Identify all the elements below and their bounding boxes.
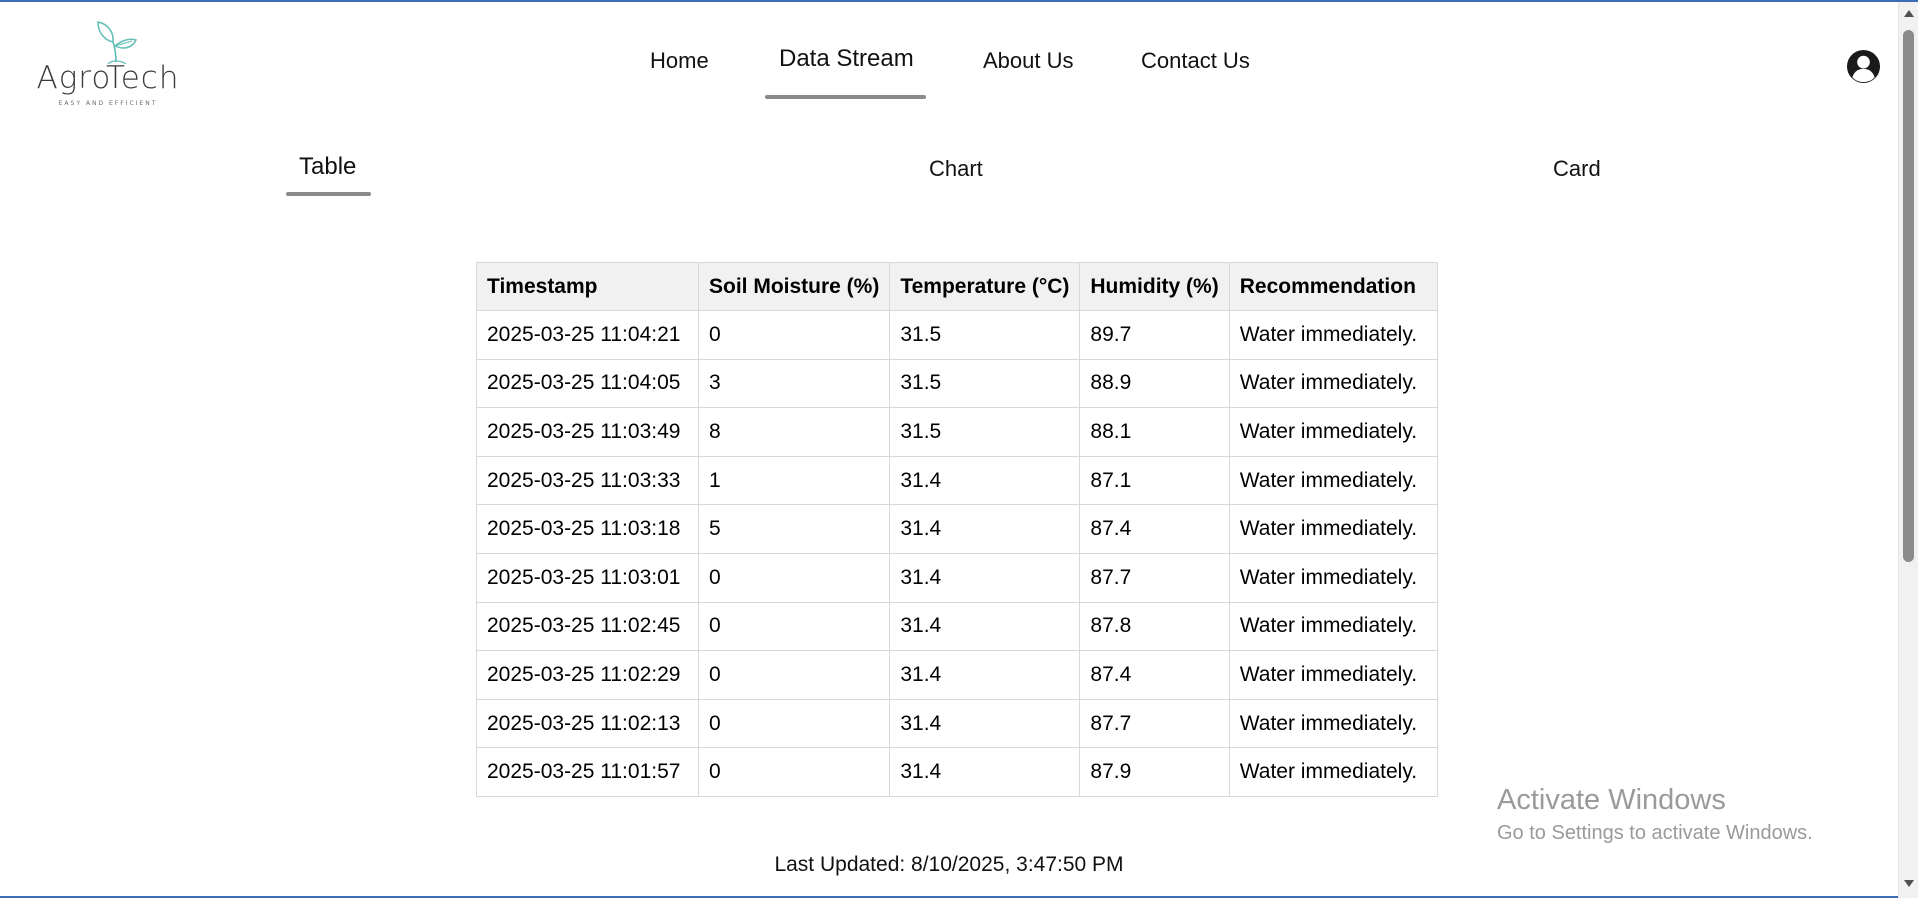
cell-temperature: 31.4: [889, 504, 1081, 554]
tab-table[interactable]: Table: [299, 153, 356, 181]
column-header-timestamp: Timestamp: [476, 262, 699, 311]
cell-timestamp: 2025-03-25 11:02:13: [476, 698, 699, 749]
cell-recommendation: Water immediately.: [1228, 747, 1438, 797]
table-row: 2025-03-25 11:02:13 0 31.4 87.7 Water im…: [476, 698, 1438, 749]
user-account-icon[interactable]: [1846, 49, 1881, 84]
main-nav: Home Data Stream About Us Contact Us: [0, 45, 1918, 100]
table-row: 2025-03-25 11:02:29 0 31.4 87.4 Water im…: [476, 650, 1438, 700]
cell-recommendation: Water immediately.: [1228, 455, 1438, 506]
column-header-temperature: Temperature (°C): [889, 262, 1081, 311]
cell-temperature: 31.4: [889, 601, 1081, 652]
nav-item-home[interactable]: Home: [650, 48, 709, 74]
tab-active-indicator: [286, 192, 371, 196]
table-row: 2025-03-25 11:01:57 0 31.4 87.9 Water im…: [476, 747, 1438, 797]
cell-temperature: 31.5: [889, 358, 1081, 409]
cell-temperature: 31.4: [889, 698, 1081, 749]
scrollbar-thumb[interactable]: [1903, 30, 1914, 562]
cell-humidity: 87.9: [1079, 747, 1230, 797]
watermark-title: Activate Windows: [1497, 784, 1726, 816]
cell-humidity: 87.1: [1079, 455, 1230, 506]
cell-recommendation: Water immediately.: [1228, 552, 1438, 603]
sensor-data-table: Timestamp Soil Moisture (%) Temperature …: [476, 262, 1438, 797]
nav-item-data-stream[interactable]: Data Stream: [779, 45, 914, 73]
cell-humidity: 87.7: [1079, 552, 1230, 603]
table-row: 2025-03-25 11:03:01 0 31.4 87.7 Water im…: [476, 552, 1438, 603]
cell-recommendation: Water immediately.: [1228, 407, 1438, 457]
brand-tagline: EASY AND EFFICIENT: [58, 100, 158, 107]
cell-humidity: 87.4: [1079, 650, 1230, 700]
cell-humidity: 88.1: [1079, 407, 1230, 457]
cell-humidity: 89.7: [1079, 310, 1230, 360]
table-row: 2025-03-25 11:04:05 3 31.5 88.9 Water im…: [476, 358, 1438, 409]
column-header-soil-moisture: Soil Moisture (%): [697, 262, 891, 311]
cell-recommendation: Water immediately.: [1228, 650, 1438, 700]
cell-timestamp: 2025-03-25 11:02:45: [476, 601, 699, 652]
cell-soil-moisture: 0: [697, 747, 891, 797]
activate-windows-watermark: Activate Windows Go to Settings to activ…: [1497, 782, 1813, 848]
table-header-row: Timestamp Soil Moisture (%) Temperature …: [476, 262, 1438, 311]
cell-recommendation: Water immediately.: [1228, 358, 1438, 409]
cell-soil-moisture: 5: [697, 504, 891, 554]
table-row: 2025-03-25 11:02:45 0 31.4 87.8 Water im…: [476, 601, 1438, 652]
cell-recommendation: Water immediately.: [1228, 601, 1438, 652]
table-row: 2025-03-25 11:03:33 1 31.4 87.1 Water im…: [476, 455, 1438, 506]
cell-timestamp: 2025-03-25 11:03:49: [476, 407, 699, 457]
column-header-humidity: Humidity (%): [1079, 262, 1230, 311]
table-row: 2025-03-25 11:03:49 8 31.5 88.1 Water im…: [476, 407, 1438, 457]
cell-soil-moisture: 8: [697, 407, 891, 457]
cell-timestamp: 2025-03-25 11:02:29: [476, 650, 699, 700]
cell-timestamp: 2025-03-25 11:01:57: [476, 747, 699, 797]
nav-item-contact-us[interactable]: Contact Us: [1141, 48, 1250, 74]
nav-item-about-us[interactable]: About Us: [983, 48, 1074, 74]
cell-soil-moisture: 0: [697, 698, 891, 749]
cell-temperature: 31.4: [889, 747, 1081, 797]
cell-soil-moisture: 0: [697, 552, 891, 603]
watermark-subtitle: Go to Settings to activate Windows.: [1497, 822, 1813, 844]
cell-temperature: 31.5: [889, 310, 1081, 360]
cell-soil-moisture: 1: [697, 455, 891, 506]
cell-soil-moisture: 0: [697, 310, 891, 360]
vertical-scrollbar[interactable]: [1898, 2, 1918, 898]
tab-card[interactable]: Card: [1553, 156, 1601, 182]
scroll-up-arrow-icon[interactable]: [1904, 10, 1914, 17]
cell-timestamp: 2025-03-25 11:03:18: [476, 504, 699, 554]
cell-temperature: 31.4: [889, 455, 1081, 506]
cell-soil-moisture: 0: [697, 650, 891, 700]
tab-chart[interactable]: Chart: [929, 156, 983, 182]
cell-recommendation: Water immediately.: [1228, 310, 1438, 360]
cell-humidity: 87.7: [1079, 698, 1230, 749]
scroll-down-arrow-icon[interactable]: [1904, 880, 1914, 887]
nav-active-indicator: [765, 95, 926, 99]
cell-timestamp: 2025-03-25 11:04:21: [476, 310, 699, 360]
table-row: 2025-03-25 11:03:18 5 31.4 87.4 Water im…: [476, 504, 1438, 554]
cell-humidity: 88.9: [1079, 358, 1230, 409]
cell-timestamp: 2025-03-25 11:03:01: [476, 552, 699, 603]
column-header-recommendation: Recommendation: [1228, 262, 1438, 311]
table-row: 2025-03-25 11:04:21 0 31.5 89.7 Water im…: [476, 310, 1438, 360]
cell-temperature: 31.4: [889, 650, 1081, 700]
cell-soil-moisture: 3: [697, 358, 891, 409]
cell-humidity: 87.4: [1079, 504, 1230, 554]
cell-timestamp: 2025-03-25 11:04:05: [476, 358, 699, 409]
cell-recommendation: Water immediately.: [1228, 504, 1438, 554]
cell-soil-moisture: 0: [697, 601, 891, 652]
cell-humidity: 87.8: [1079, 601, 1230, 652]
cell-temperature: 31.5: [889, 407, 1081, 457]
last-updated-text: Last Updated: 8/10/2025, 3:47:50 PM: [774, 853, 1124, 876]
cell-temperature: 31.4: [889, 552, 1081, 603]
cell-recommendation: Water immediately.: [1228, 698, 1438, 749]
window-top-border: [0, 0, 1918, 2]
cell-timestamp: 2025-03-25 11:03:33: [476, 455, 699, 506]
